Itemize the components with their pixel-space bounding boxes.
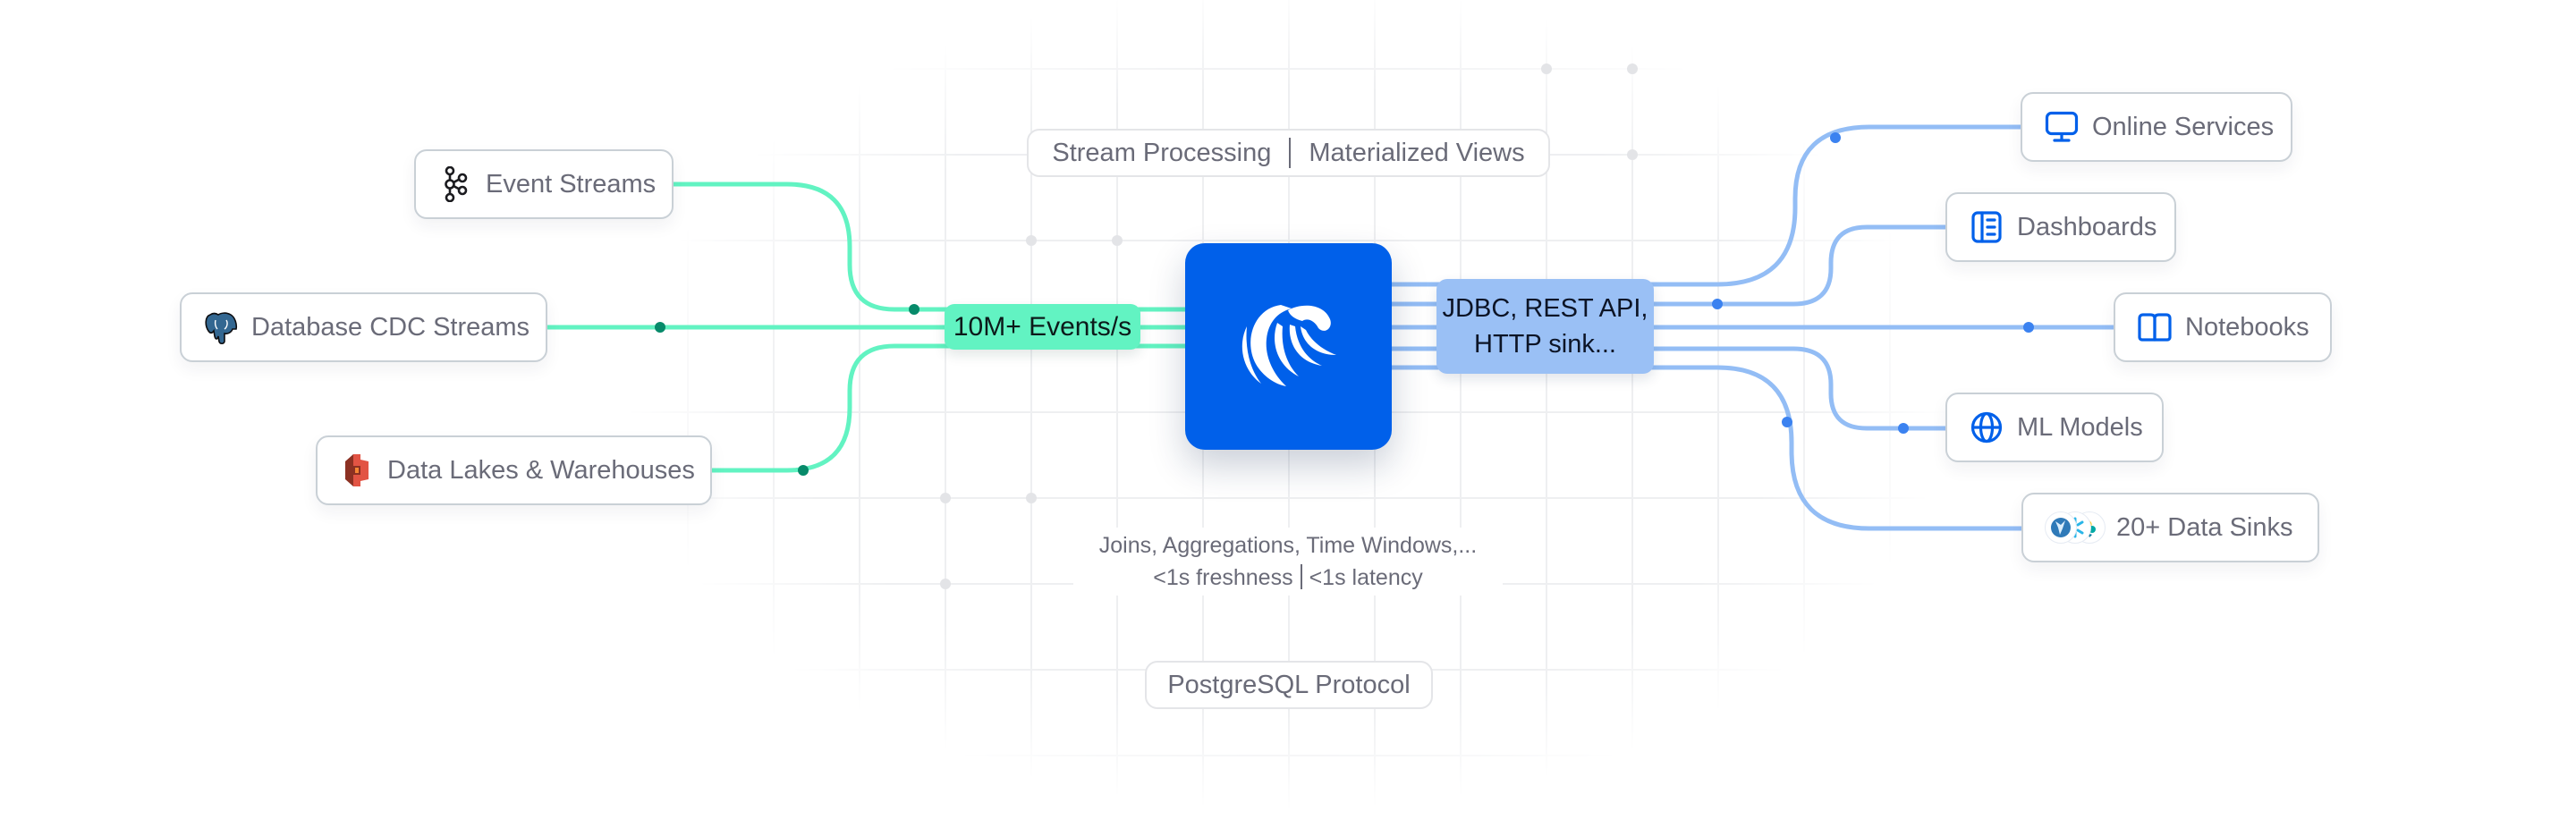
architecture-diagram: Stream Processing Materialized Views Eve…: [0, 0, 2576, 828]
capability-stream-processing: Stream Processing: [1052, 138, 1272, 167]
source-label: Data Lakes & Warehouses: [387, 455, 695, 485]
wire-dot: [2023, 322, 2034, 333]
divider: [1289, 138, 1292, 168]
source-event-streams[interactable]: Event Streams: [414, 149, 674, 219]
sink-label: Dashboards: [2017, 212, 2157, 241]
source-database-cdc-streams[interactable]: Database CDC Streams: [180, 292, 547, 362]
wire-event-streams: [674, 182, 1185, 312]
wire-dot: [1782, 417, 1792, 427]
capabilities-pill: Stream Processing Materialized Views: [1027, 129, 1550, 177]
wire-dot: [1898, 423, 1909, 434]
globe-icon: [1969, 410, 2004, 445]
sink-data-sinks[interactable]: 20+ Data Sinks: [2021, 493, 2319, 562]
sink-notebooks[interactable]: Notebooks: [2114, 292, 2332, 362]
wire-dot: [1712, 299, 1723, 309]
source-label: Event Streams: [486, 169, 657, 199]
processing-features: Joins, Aggregations, Time Windows,... <1…: [1073, 528, 1503, 596]
monitor-icon: [2044, 109, 2080, 145]
sink-label: Online Services: [2092, 112, 2275, 141]
sink-ml-models[interactable]: ML Models: [1945, 393, 2164, 462]
sink-label: Notebooks: [2185, 312, 2309, 342]
features-line-2: <1s freshness <1s latency: [1073, 562, 1503, 594]
dashboard-panel-icon: [1969, 209, 2004, 245]
source-data-lakes-warehouses[interactable]: Data Lakes & Warehouses: [316, 435, 712, 505]
data-sink-logos-icon: [2045, 510, 2106, 545]
s3-bucket-icon: [339, 452, 375, 488]
sink-interfaces-badge: JDBC, REST API, HTTP sink...: [1436, 279, 1654, 374]
wire-data-lakes: [712, 343, 1185, 473]
api-label-line-2: HTTP sink...: [1474, 330, 1616, 359]
api-label-line-1: JDBC, REST API,: [1442, 294, 1648, 323]
wire-dot: [909, 304, 919, 315]
capability-materialized-views: Materialized Views: [1309, 138, 1525, 167]
sink-online-services[interactable]: Online Services: [2021, 92, 2292, 162]
wire-dot: [798, 465, 809, 476]
protocol-pill: PostgreSQL Protocol: [1145, 661, 1433, 709]
throughput-badge: 10M+ Events/s: [945, 304, 1140, 350]
kafka-icon: [437, 166, 473, 202]
core-engine-logo[interactable]: [1185, 243, 1392, 450]
wire-dot: [655, 322, 665, 333]
sink-label: ML Models: [2017, 412, 2143, 442]
wire-data-sinks: [1391, 365, 2021, 531]
latency-label: <1s latency: [1309, 565, 1423, 590]
open-book-icon: [2137, 309, 2173, 345]
source-label: Database CDC Streams: [251, 312, 530, 342]
wire-dot: [1830, 132, 1841, 143]
sink-dashboards[interactable]: Dashboards: [1945, 192, 2176, 262]
divider: [1300, 564, 1302, 589]
wave-logo-icon: [1236, 300, 1342, 393]
sink-label: 20+ Data Sinks: [2116, 512, 2293, 542]
iceberg-globe-icon: [2045, 511, 2077, 544]
freshness-label: <1s freshness: [1153, 565, 1293, 590]
features-line-1: Joins, Aggregations, Time Windows,...: [1098, 533, 1478, 558]
postgres-elephant-icon: [203, 309, 239, 345]
